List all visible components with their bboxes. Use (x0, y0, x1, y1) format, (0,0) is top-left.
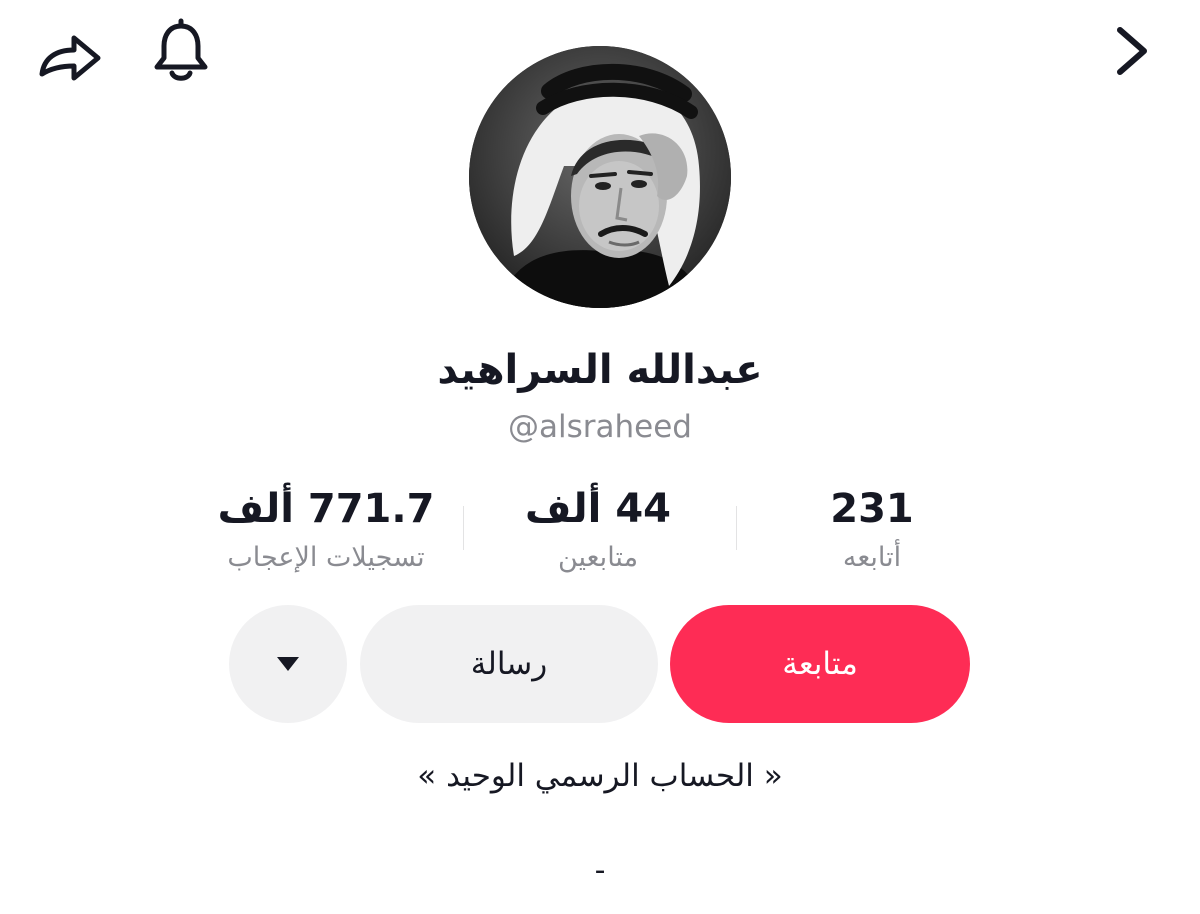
stats-divider (736, 506, 737, 550)
chevron-right-icon (1117, 27, 1147, 75)
likes-label: تسجيلات الإعجاب (227, 542, 425, 573)
avatar[interactable] (469, 46, 731, 308)
bio-dash: - (594, 853, 606, 888)
share-button[interactable] (36, 24, 106, 84)
share-arrow-icon (39, 35, 101, 81)
message-button-label: رسالة (470, 646, 548, 682)
stats-divider (463, 506, 464, 550)
more-options-button[interactable] (229, 605, 347, 723)
profile-photo (469, 46, 731, 308)
bell-icon (154, 18, 208, 81)
followers-count: 44 ألف (525, 486, 671, 532)
follow-button[interactable]: متابعة (670, 605, 970, 723)
following-label: أتابعه (842, 542, 902, 573)
followers-label: متابعين (557, 542, 639, 573)
bio-text: « الحساب الرسمي الوحيد » (417, 758, 783, 794)
following-stat[interactable]: 231 أتابعه (742, 480, 1002, 578)
message-button[interactable]: رسالة (360, 605, 658, 723)
likes-count: 771.7 ألف (217, 486, 435, 532)
follow-button-label: متابعة (782, 646, 858, 682)
likes-stat[interactable]: 771.7 ألف تسجيلات الإعجاب (196, 480, 456, 578)
triangle-down-icon (277, 657, 299, 671)
username: @alsraheed (508, 409, 692, 445)
followers-stat[interactable]: 44 ألف متابعين (468, 480, 728, 578)
display-name: عبدالله السراهيد (437, 347, 763, 393)
notification-bell-button[interactable] (148, 18, 214, 84)
back-button[interactable] (1108, 22, 1158, 80)
following-count: 231 (830, 486, 914, 532)
